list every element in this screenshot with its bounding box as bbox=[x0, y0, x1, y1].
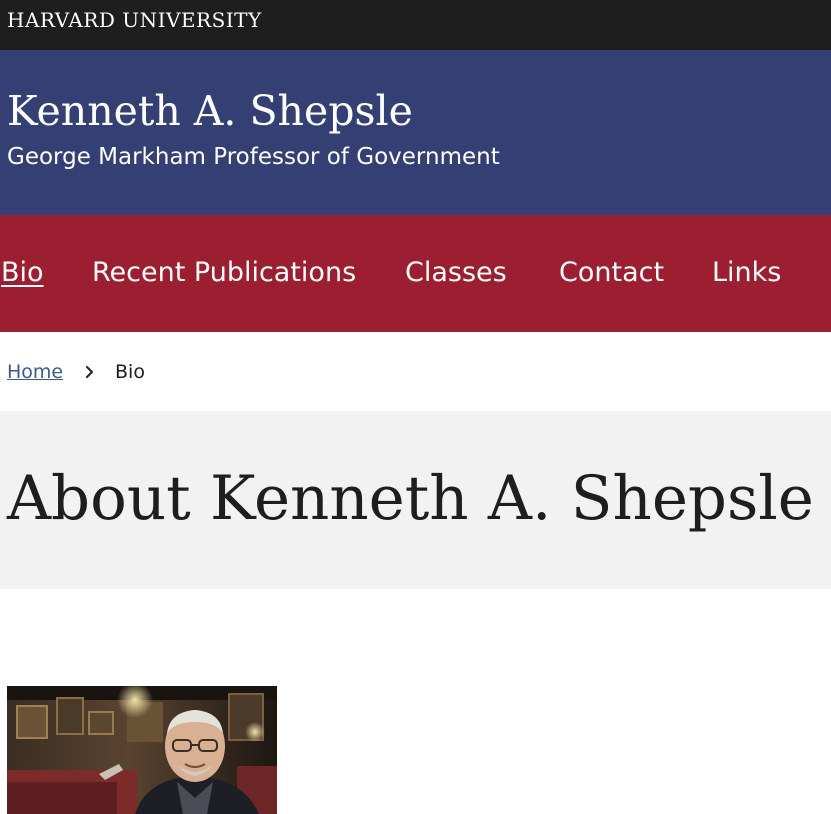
bio-portrait-photo bbox=[7, 686, 277, 814]
page-title-band: About Kenneth A. Shepsle bbox=[0, 411, 831, 589]
main-nav: Bio Recent Publications Classes Contact … bbox=[0, 215, 831, 332]
nav-item-classes[interactable]: Classes bbox=[405, 255, 507, 291]
page-title: About Kenneth A. Shepsle bbox=[7, 463, 814, 534]
breadcrumb-home-link[interactable]: Home bbox=[7, 358, 63, 386]
breadcrumb-current: Bio bbox=[115, 361, 145, 383]
site-title[interactable]: Kenneth A. Shepsle bbox=[7, 86, 413, 136]
harvard-university-link[interactable]: HARVARD UNIVERSITY bbox=[7, 8, 262, 32]
nav-item-contact[interactable]: Contact bbox=[559, 255, 664, 291]
nav-item-bio[interactable]: Bio bbox=[1, 255, 44, 291]
nav-item-recent-publications[interactable]: Recent Publications bbox=[92, 255, 356, 291]
site-header: Kenneth A. Shepsle George Markham Profes… bbox=[0, 50, 831, 215]
chevron-right-icon bbox=[83, 358, 97, 386]
harvard-top-bar: HARVARD UNIVERSITY bbox=[0, 0, 831, 50]
nav-item-links[interactable]: Links bbox=[712, 255, 781, 291]
site-subtitle: George Markham Professor of Government bbox=[7, 144, 500, 170]
